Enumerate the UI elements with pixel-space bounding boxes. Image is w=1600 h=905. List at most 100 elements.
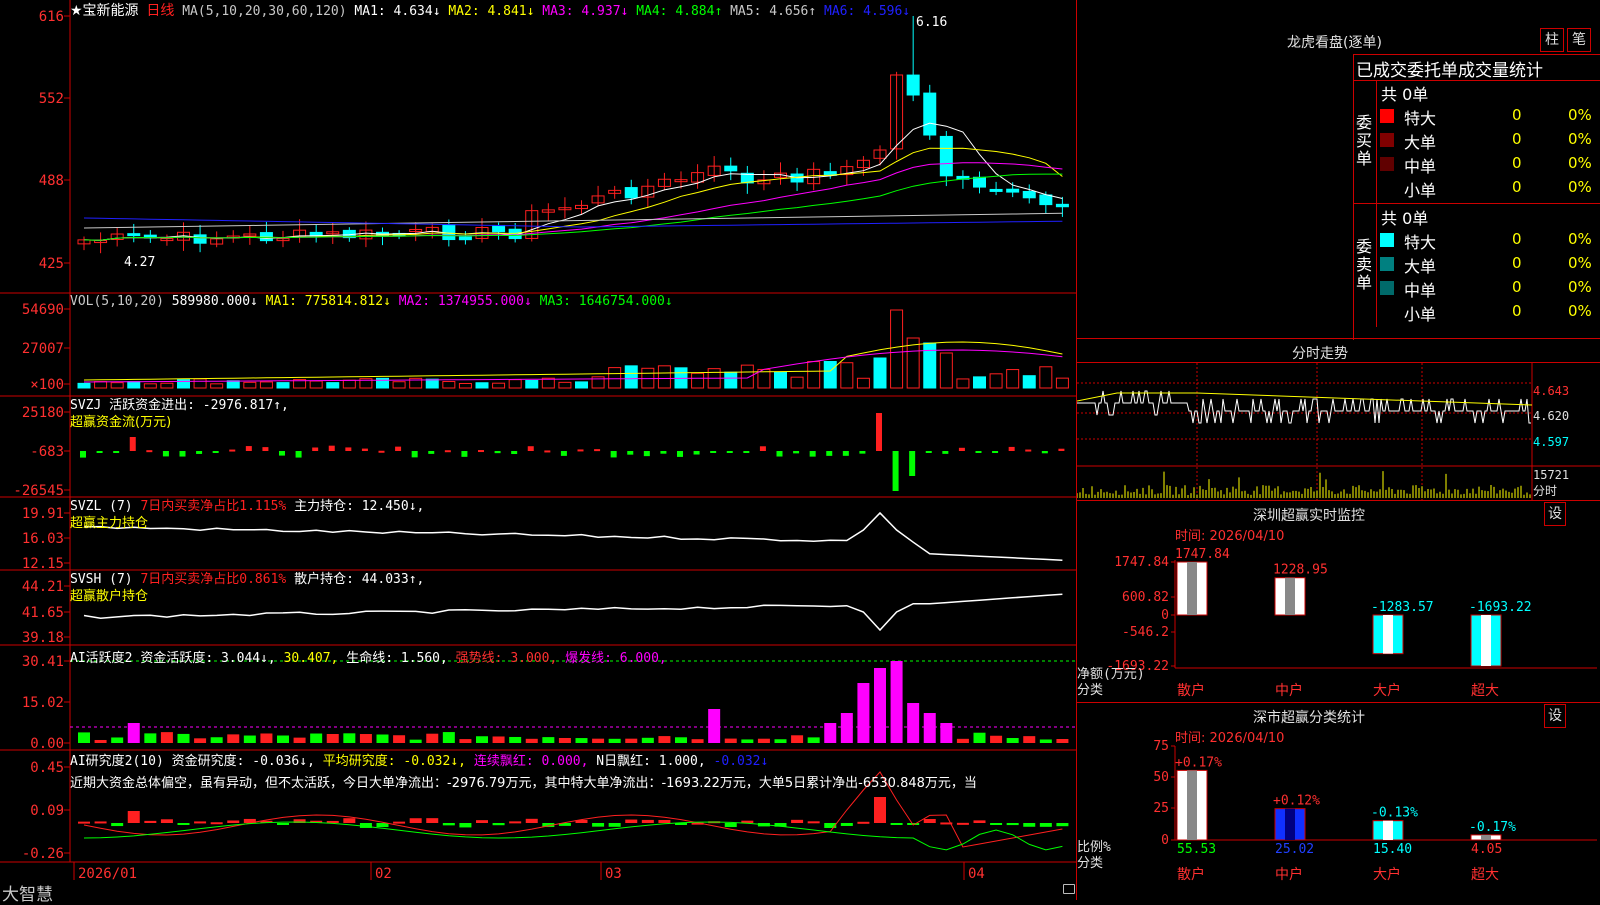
y-tick-label: 16.03 xyxy=(22,531,64,547)
fund-flow-bar xyxy=(942,451,949,454)
legend-value: MA2: 4.841↓ xyxy=(448,4,543,19)
activity-bar xyxy=(658,736,671,743)
fund-flow-bar xyxy=(96,451,103,453)
volume-bar xyxy=(458,382,472,389)
research-bar xyxy=(78,821,90,824)
activity-bar xyxy=(177,733,190,743)
volume-bar xyxy=(392,381,406,389)
volume-bar xyxy=(1055,377,1069,389)
ma-label: MA(5,10,20,30,60,120) xyxy=(182,4,347,19)
fund-flow-bar xyxy=(992,451,999,453)
order-side-label: 委卖单 xyxy=(1356,237,1373,292)
activity-bar xyxy=(343,733,356,743)
bar-1 xyxy=(1274,808,1306,841)
activity-bar xyxy=(757,738,770,743)
y-tick-label: 0.00 xyxy=(30,736,64,752)
period-label[interactable]: 日线 xyxy=(146,3,174,19)
order-row-pct: 0% xyxy=(1568,302,1592,320)
order-row-count: 0 xyxy=(1512,154,1522,172)
activity-bar xyxy=(724,738,737,743)
bar-value-label: +0.12% xyxy=(1273,794,1320,809)
volume-bar xyxy=(1006,369,1020,389)
activity-bar xyxy=(210,737,223,743)
fund-flow-bar xyxy=(345,447,352,451)
sz-class-chart[interactable]: 75 50 25 0 比例%分类 +0.17% 散户 +0.12% 中户 -0.13% 大户 -0.1… xyxy=(1077,722,1600,900)
research-bar xyxy=(658,819,671,823)
lock-icon[interactable] xyxy=(1063,884,1075,894)
legend-value: 生命线: 1.560, xyxy=(346,651,456,666)
legend-value: 平均研究度: -0.032↓, xyxy=(322,754,474,769)
y-tick-label: 425 xyxy=(39,256,64,272)
activity-bar xyxy=(94,739,107,743)
intraday-chart[interactable]: 4.643 4.620 4.597 15721 分时 xyxy=(1077,363,1600,501)
volume-bar xyxy=(193,378,207,389)
fund-flow-bar xyxy=(842,451,849,456)
y-tick-label: 15.02 xyxy=(22,695,64,711)
y-tick-label: 39.18 xyxy=(22,630,64,646)
activity-bar xyxy=(641,737,654,743)
volume-bar xyxy=(657,365,671,389)
detail-view-button[interactable]: 笔 xyxy=(1567,28,1591,52)
order-row-pct: 0% xyxy=(1568,178,1592,196)
y-tick-label: -683 xyxy=(30,444,64,460)
legend-swatch xyxy=(1380,157,1394,171)
fund-flow-bar xyxy=(179,451,186,457)
bar-view-button[interactable]: 柱 xyxy=(1540,28,1564,52)
research-bar xyxy=(956,822,969,825)
volume-bar xyxy=(624,365,638,389)
intraday-price-line xyxy=(1077,390,1531,424)
research-bar xyxy=(160,819,173,823)
bar-value-label: -0.17% xyxy=(1469,820,1516,835)
sell-orders-block: 委卖单共 0单 特大 0 0% 大单 0 0% 中单 0 0% 小单 0 0% xyxy=(1354,204,1600,327)
svsh-hold: 散户持仓: 44.033↑, xyxy=(294,572,425,587)
activity-bar xyxy=(144,733,157,743)
bar-bottom-label: 4.05 xyxy=(1471,842,1502,857)
order-row-count: 0 xyxy=(1512,302,1522,320)
volume-bar xyxy=(1022,375,1036,389)
bar-3 xyxy=(1470,614,1502,667)
x-axis-label: 2026/01 xyxy=(78,866,137,882)
y-tick-label: -0.26 xyxy=(22,846,64,862)
order-row-pct: 0% xyxy=(1568,106,1592,124)
candle xyxy=(1006,188,1020,193)
fund-flow-bar xyxy=(892,451,899,491)
order-side-label: 委买单 xyxy=(1356,113,1373,168)
fund-flow-bar xyxy=(975,451,982,453)
order-stats-header: 已成交委托单成交量统计 xyxy=(1354,55,1600,81)
activity-bar xyxy=(227,734,240,743)
ma3-line xyxy=(83,162,1063,241)
chart-area[interactable]: 616 552 488 425 54690 27007 ×100 25180 -683 -2654… xyxy=(0,0,1077,905)
legend-value: 30.407, xyxy=(283,651,347,666)
y-tick-label: 44.21 xyxy=(22,579,64,595)
order-row-count: 0 xyxy=(1512,106,1522,124)
order-row-count: 0 xyxy=(1512,230,1522,248)
sz-monitor-chart[interactable]: 1747.84 600.82 0 -546.2 -1693.22 净额(万元)分类 1747… xyxy=(1077,520,1600,700)
candle xyxy=(127,233,141,237)
lhb-title: 龙虎看盘(逐单) xyxy=(1287,35,1382,51)
fund-flow-bar xyxy=(80,451,86,458)
research-bar xyxy=(890,823,903,825)
fund-flow-bar xyxy=(245,446,252,451)
order-stats-table: 已成交委托单成交量统计 委买单共 0单 特大 0 0% 大单 0 0% 中单 0 0% 小单 0 0% … xyxy=(1353,54,1600,340)
research-bar xyxy=(1039,823,1052,827)
fund-flow-bar xyxy=(594,449,601,452)
ai-research-label: AI研究度2(10) xyxy=(70,754,164,769)
svsh-legend: SVSH (7) 7日内买卖净占比0.861% 散户持仓: 44.033↑, 超… xyxy=(70,571,424,605)
activity-bar xyxy=(459,739,472,743)
legend-value: MA4: 4.884↑ xyxy=(636,4,731,19)
svsh-label: SVSH (7) xyxy=(70,572,133,587)
fund-flow-bar xyxy=(461,451,468,457)
stock-name[interactable]: ★宝新能源 xyxy=(70,3,139,19)
bar-value-label: 1747.84 xyxy=(1175,547,1230,562)
volume-bar xyxy=(973,376,986,389)
activity-bar xyxy=(111,737,124,743)
activity-bar xyxy=(492,736,505,743)
research-bar xyxy=(840,823,853,826)
bar-value-label: -0.13% xyxy=(1371,806,1418,821)
research-bar xyxy=(376,823,389,828)
volume-bar xyxy=(890,309,904,389)
activity-bar xyxy=(708,709,721,743)
order-row-label: 中单 xyxy=(1404,157,1437,176)
activity-bar xyxy=(824,723,837,743)
order-row-label: 大单 xyxy=(1404,133,1437,152)
